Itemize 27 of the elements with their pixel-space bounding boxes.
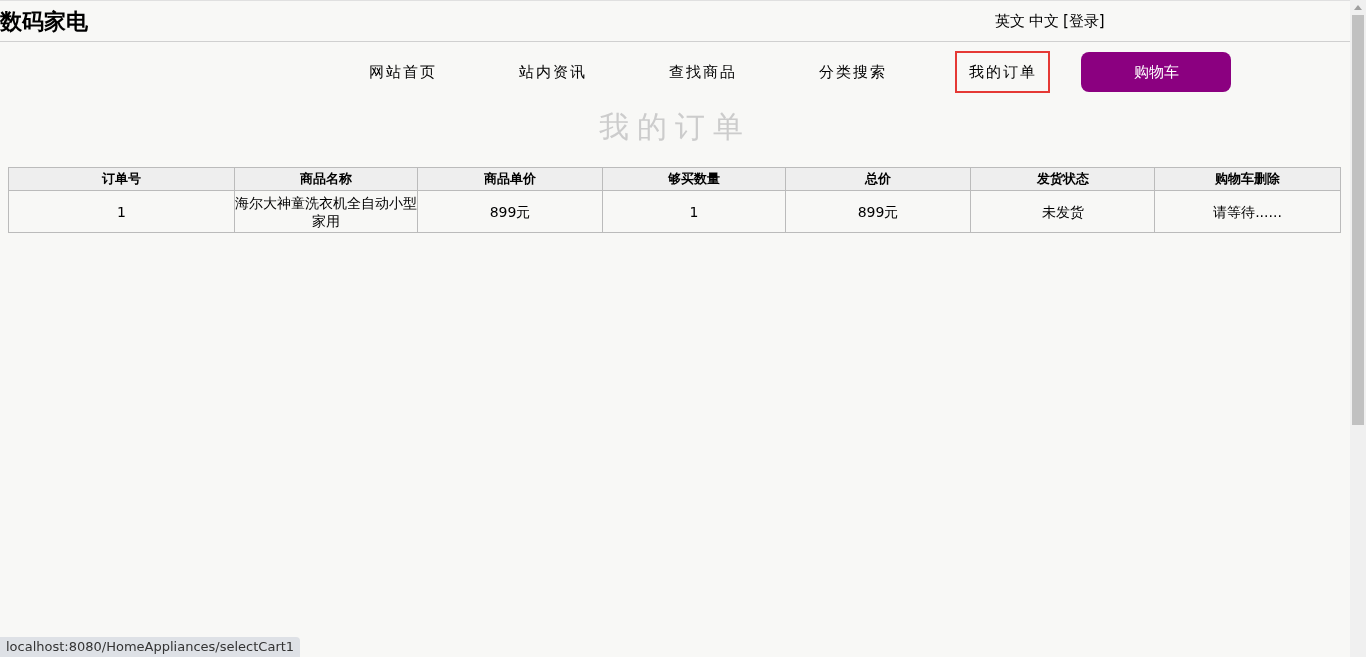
column-header: 订单号 bbox=[8, 167, 235, 191]
nav-link[interactable]: 站内资讯 bbox=[505, 51, 600, 93]
column-header: 总价 bbox=[785, 167, 971, 191]
nav-link[interactable]: 查找商品 bbox=[655, 51, 750, 93]
header-link[interactable]: 中文 bbox=[1029, 9, 1059, 33]
header-link[interactable]: [登录] bbox=[1063, 9, 1105, 33]
column-header: 够买数量 bbox=[602, 167, 786, 191]
table-cell: 海尔大神童洗衣机全自动小型家用 bbox=[234, 190, 418, 233]
table-cell: 899元 bbox=[785, 190, 971, 233]
table-cell: 未发货 bbox=[970, 190, 1155, 233]
cart-button[interactable]: 购物车 bbox=[1081, 52, 1231, 92]
nav-link[interactable]: 网站首页 bbox=[355, 51, 450, 93]
column-header: 购物车删除 bbox=[1154, 167, 1341, 191]
site-title: 数码家电 bbox=[0, 7, 89, 36]
column-header: 商品名称 bbox=[234, 167, 418, 191]
status-bar: localhost:8080/HomeAppliances/selectCart1 bbox=[0, 637, 301, 657]
nav-link[interactable]: 我的订单 bbox=[955, 51, 1050, 93]
scroll-up-icon[interactable] bbox=[1354, 5, 1362, 10]
column-header: 发货状态 bbox=[970, 167, 1155, 191]
column-header: 商品单价 bbox=[417, 167, 603, 191]
nav-link[interactable]: 分类搜索 bbox=[805, 51, 900, 93]
table-cell: 1 bbox=[602, 190, 786, 233]
table-cell: 899元 bbox=[417, 190, 603, 233]
scrollbar[interactable] bbox=[1350, 0, 1366, 657]
table-cell: 请等待...... bbox=[1154, 190, 1341, 233]
header-link[interactable]: 英文 bbox=[995, 9, 1025, 33]
table-cell: 1 bbox=[8, 190, 235, 233]
